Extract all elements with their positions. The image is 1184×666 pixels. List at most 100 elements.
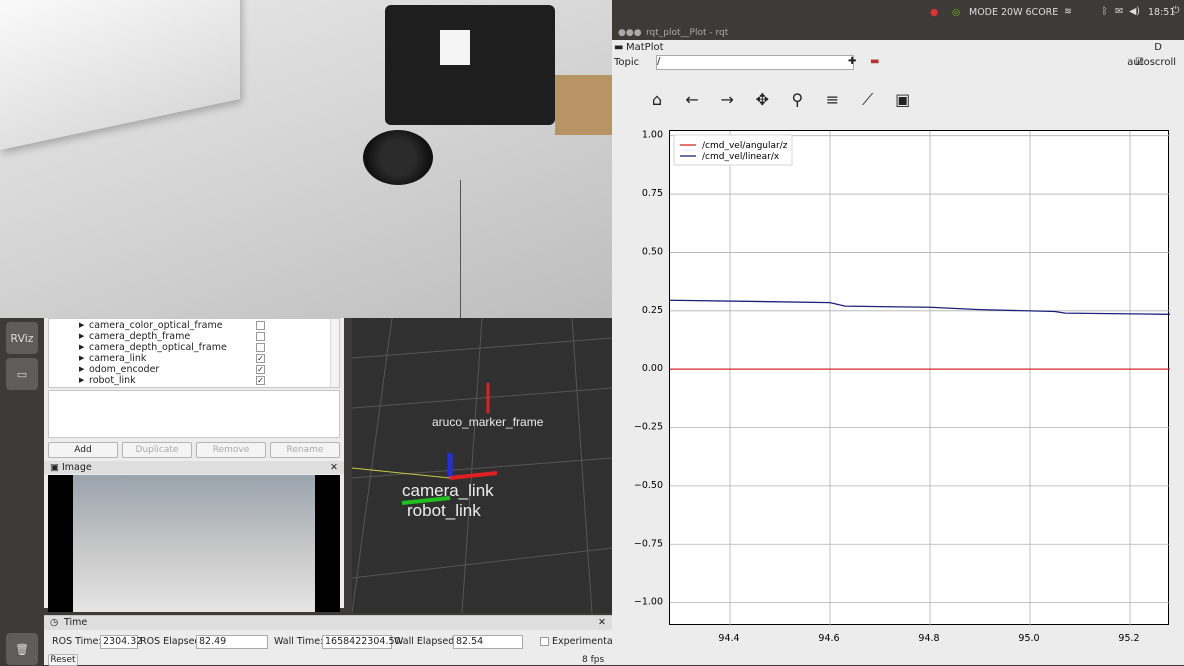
y-tick-label: −0.75 [634,538,663,549]
expand-arrow-icon[interactable]: ▶ [79,331,84,342]
display-checkbox[interactable]: ✓ [256,365,265,374]
display-checkbox[interactable]: ✓ [256,354,265,363]
expand-arrow-icon[interactable]: ▶ [79,320,84,331]
fps-readout: 8 fps [582,655,605,665]
rviz-3d-view[interactable]: aruco_marker_frame camera_link robot_lin… [352,318,612,613]
display-properties [48,390,340,438]
tree-row-label: robot_link [89,375,136,386]
display-checkbox[interactable] [256,343,265,352]
add-topic-icon[interactable]: ✚ [848,56,856,67]
experimental-checkbox[interactable] [540,637,549,646]
tree-scrollbar[interactable] [330,319,339,387]
time-panel-header: ◷ Time ✕ [44,616,612,630]
remove-topic-icon[interactable]: ▬ [870,56,879,67]
aruco-frame-label: aruco_marker_frame [432,415,544,429]
update-icon[interactable]: ● [930,7,938,18]
tree-row[interactable]: ▶ camera_depth_frame [49,331,339,342]
expand-arrow-icon[interactable]: ▶ [79,364,84,375]
camera-link-label: camera_link [402,481,494,500]
trash-icon[interactable]: 🗑 [6,633,38,665]
cabinet-shape [0,0,240,151]
camera-photo [0,0,612,318]
volume-icon[interactable]: ◀) [1129,6,1140,17]
display-checkbox[interactable] [256,332,265,341]
close-icon[interactable]: ✕ [598,616,606,630]
image-view [48,475,340,612]
ros-elapsed-label: ROS Elapsed: [140,636,204,647]
autoscroll-label: autoscroll [1127,57,1176,68]
tree-row-label: camera_link [89,353,147,364]
rviz-dock: RViz ▭ 🗑 [0,318,44,665]
remove-button[interactable]: Remove [196,442,266,458]
wall-time-field[interactable]: 1658422304.50 [322,635,401,649]
webcam-photo [73,475,315,612]
close-icon[interactable]: ✕ [330,461,338,474]
image-panel-header: ▣ Image ✕ [44,461,344,474]
tree-row[interactable]: ▶ camera_link ✓ [49,353,339,364]
reset-button[interactable]: Reset [48,654,78,666]
plugin-controls[interactable]: D [1154,42,1162,53]
y-tick-label: 0.75 [642,188,663,199]
rviz-logo-icon[interactable]: RViz [6,322,38,354]
topic-input[interactable]: / [656,55,854,70]
power-icon[interactable]: ⏻ [1172,5,1180,16]
tree-row[interactable]: ▶ camera_color_optical_frame [49,320,339,331]
back-icon[interactable]: ← [677,90,707,109]
save-icon[interactable]: ▣ [888,90,918,109]
tree-row-label: odom_encoder [89,364,160,375]
robot-shape [363,130,433,185]
window-controls-icon[interactable]: ●●● [618,26,642,40]
plot-toolbar: ⌂ ← → ✥ ⚲ ≡ ⟋ ▣ [642,90,918,114]
tree-row[interactable]: ▶ robot_link ✓ [49,375,339,386]
wall-elapsed-label: Wall Elapsed: [394,636,458,647]
wall-elapsed-field[interactable]: 82.54 [453,635,523,649]
y-tick-label: 0.50 [642,246,663,257]
x-tick-label: 94.6 [818,633,839,644]
expand-arrow-icon[interactable]: ▶ [79,353,84,364]
display-checkbox[interactable] [256,321,265,330]
drive-icon[interactable]: ▭ [6,358,38,390]
plugin-title: MatPlot [626,42,664,53]
x-tick-label: 94.4 [718,633,739,644]
wall-time-label: Wall Time: [274,636,324,647]
rqt-window-title: rqt_plot__Plot - rqt [646,28,729,38]
image-panel-icon: ▣ [50,462,59,473]
ros-elapsed-field[interactable]: 82.49 [196,635,268,649]
expand-arrow-icon[interactable]: ▶ [79,342,84,353]
topic-input-value: / [657,56,661,67]
edit-curves-icon[interactable]: ⟋ [853,90,883,110]
configure-icon[interactable]: ≡ [817,90,847,109]
power-mode[interactable]: MODE 20W 6CORE [969,7,1058,18]
topic-label: Topic [614,57,640,68]
tree-row[interactable]: ▶ camera_depth_optical_frame [49,342,339,353]
rqt-window: ▬ MatPlot D Topic / ✚ ▬ ☑ autoscroll ⌂ ←… [612,40,1184,665]
pan-icon[interactable]: ✥ [747,90,777,109]
tree-row-label: camera_depth_optical_frame [89,342,227,353]
y-tick-label: −1.00 [634,597,663,608]
duplicate-button[interactable]: Duplicate [122,442,192,458]
zoom-icon[interactable]: ⚲ [782,90,812,109]
experimental-label: Experimental [552,636,616,647]
nvidia-icon[interactable]: ◎ [952,7,960,18]
mail-icon[interactable]: ✉ [1115,6,1123,17]
y-tick-label: −0.50 [634,480,663,491]
image-panel-title: Image [62,462,92,473]
3d-scene [352,318,612,613]
y-tick-label: 0.25 [642,305,663,316]
ros-time-field[interactable]: 2304.32 [100,635,142,649]
forward-icon[interactable]: → [712,90,742,109]
y-tick-label: 1.00 [642,130,663,141]
home-icon[interactable]: ⌂ [642,90,672,109]
tree-row[interactable]: ▶ odom_encoder ✓ [49,364,339,375]
cardboard-box [555,75,612,135]
x-tick-label: 95.0 [1018,633,1039,644]
ros-time-label: ROS Time: [52,636,102,647]
expand-arrow-icon[interactable]: ▶ [79,375,84,386]
add-button[interactable]: Add [48,442,118,458]
bluetooth-icon[interactable]: ᛒ [1102,6,1108,17]
rename-button[interactable]: Rename [270,442,340,458]
tree-row-label: camera_depth_frame [89,331,191,342]
wifi-icon[interactable]: ≋ [1064,6,1072,17]
display-checkbox[interactable]: ✓ [256,376,265,385]
system-top-bar: ● ◎ MODE 20W 6CORE ≋ ᛒ ✉ ◀) 18:51 ⏻ [612,0,1184,26]
